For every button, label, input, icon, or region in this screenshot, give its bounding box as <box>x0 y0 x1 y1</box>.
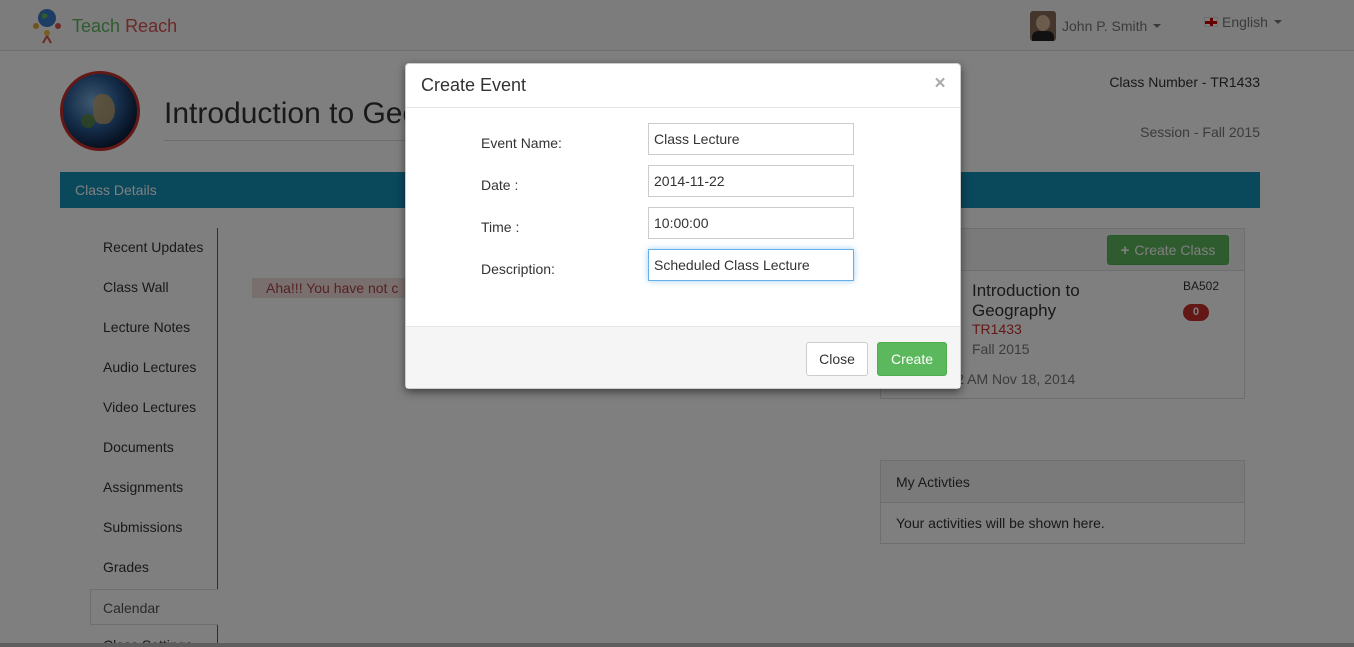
modal-title: Create Event <box>421 75 527 95</box>
date-label: Date : <box>481 177 519 193</box>
create-event-modal: Create Event × Event Name: Date : Time :… <box>405 63 961 389</box>
time-input[interactable] <box>648 207 854 239</box>
modal-footer: Close Create <box>406 326 960 388</box>
close-button[interactable]: Close <box>806 342 868 376</box>
modal-header: Create Event × <box>406 64 960 108</box>
description-input[interactable] <box>648 249 854 281</box>
close-icon[interactable]: × <box>933 74 947 94</box>
description-label: Description: <box>481 261 555 277</box>
event-name-input[interactable] <box>648 123 854 155</box>
create-button[interactable]: Create <box>877 342 947 376</box>
time-label: Time : <box>481 219 520 235</box>
event-name-label: Event Name: <box>481 135 562 151</box>
date-input[interactable] <box>648 165 854 197</box>
